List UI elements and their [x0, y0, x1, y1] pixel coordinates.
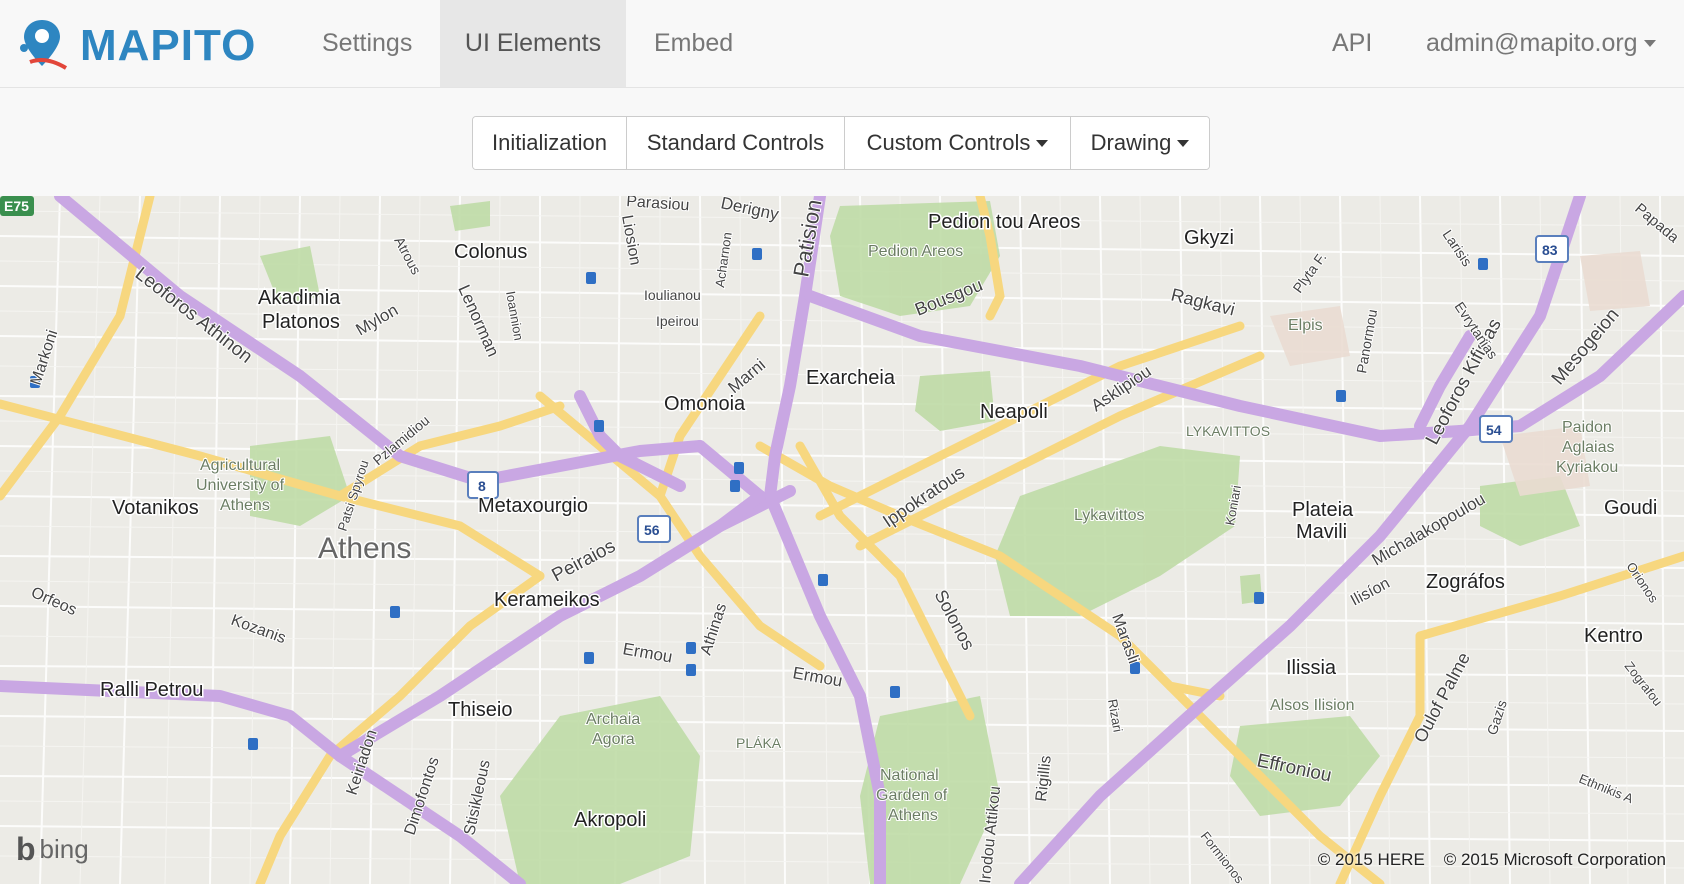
standard-controls-button[interactable]: Standard Controls — [627, 117, 845, 169]
shield-56: 56 — [644, 522, 660, 538]
label-kentro: Kentro — [1584, 625, 1643, 647]
nav-embed[interactable]: Embed — [628, 0, 759, 87]
user-email: admin@mapito.org — [1426, 29, 1638, 57]
label-athens-small: Athens — [220, 497, 270, 514]
label-mavili: Mavili — [1296, 521, 1347, 543]
label-metaxourgio: Metaxourgio — [478, 495, 588, 517]
shield-54: 54 — [1486, 422, 1502, 438]
label-votanikos: Votanikos — [112, 497, 199, 519]
top-navbar: MAPITO Settings UI Elements Embed API ad… — [0, 0, 1684, 88]
nav-ui-elements[interactable]: UI Elements — [440, 0, 626, 87]
label-ioulianou: Ioulianou — [644, 287, 701, 303]
label-thiseio: Thiseio — [448, 699, 512, 721]
shield-e75: E75 — [4, 198, 29, 214]
label-ralli-petrou: Ralli Petrou — [100, 679, 203, 701]
label-garden-of: Garden of — [876, 787, 948, 804]
label-ilissia: Ilissia — [1286, 657, 1337, 679]
map-tiles: E75 8 56 54 83 Colonus Akadimia Platonos… — [0, 196, 1684, 884]
section-button-group: Initialization Standard Controls Custom … — [472, 116, 1210, 170]
shield-8: 8 — [478, 478, 486, 494]
label-kyriakou: Kyriakou — [1556, 459, 1618, 476]
label-colonus: Colonus — [454, 241, 527, 263]
label-omonoia: Omonoia — [664, 393, 746, 415]
map-canvas[interactable]: E75 8 56 54 83 Colonus Akadimia Platonos… — [0, 196, 1684, 884]
initialization-button[interactable]: Initialization — [473, 117, 627, 169]
custom-controls-dropdown[interactable]: Custom Controls — [845, 117, 1071, 169]
nav-settings[interactable]: Settings — [296, 0, 438, 87]
label-pedion-areos: Pedion Areos — [868, 243, 963, 260]
map-attribution: © 2015 HERE © 2015 Microsoft Corporation — [1318, 850, 1666, 870]
bing-text: bing — [39, 834, 89, 864]
label-athens-garden: Athens — [888, 807, 938, 824]
bing-b-icon: b — [16, 831, 36, 867]
label-university-of: University of — [196, 477, 285, 494]
label-agricultural: Agricultural — [200, 457, 280, 474]
label-akropoli: Akropoli — [574, 809, 646, 831]
map-pin-logo-icon — [16, 16, 72, 72]
label-paidon: Paidon — [1562, 419, 1612, 436]
brand-name: MAPITO — [80, 21, 257, 70]
label-kerameikos: Kerameikos — [494, 589, 600, 611]
attribution-microsoft: © 2015 Microsoft Corporation — [1443, 850, 1666, 869]
label-archaia: Archaia — [586, 711, 640, 728]
label-goudi: Goudi — [1604, 497, 1657, 519]
label-national: National — [880, 767, 939, 784]
drawing-dropdown[interactable]: Drawing — [1071, 117, 1209, 169]
label-ipeirou: Ipeirou — [656, 313, 699, 329]
label-alsos-ilision: Alsos Ilision — [1270, 697, 1354, 714]
label-agora: Agora — [592, 731, 635, 748]
drawing-label: Drawing — [1090, 130, 1172, 155]
nav-api[interactable]: API — [1306, 0, 1398, 87]
sub-toolbar: Initialization Standard Controls Custom … — [0, 88, 1684, 196]
attribution-here: © 2015 HERE — [1317, 850, 1425, 869]
brand-link[interactable]: MAPITO — [16, 12, 256, 76]
caret-down-icon — [1036, 139, 1049, 147]
shield-83: 83 — [1542, 242, 1558, 258]
caret-down-icon — [1643, 40, 1656, 47]
label-akadimia: Akadimia — [258, 287, 341, 309]
label-elpis: Elpis — [1288, 317, 1323, 334]
label-pedion-tou-areos: Pedion tou Areos — [928, 211, 1080, 233]
user-menu-dropdown[interactable]: admin@mapito.org — [1400, 0, 1668, 87]
label-athens: Athens — [318, 532, 411, 565]
caret-down-icon — [1177, 139, 1190, 147]
label-zografos: Zográfos — [1426, 571, 1505, 593]
bing-logo[interactable]: b bing — [16, 831, 89, 868]
label-neapoli: Neapoli — [980, 401, 1048, 423]
custom-controls-label: Custom Controls — [866, 130, 1031, 155]
label-plateia: Plateia — [1292, 499, 1354, 521]
label-aglaias: Aglaias — [1562, 439, 1614, 456]
label-exarcheia: Exarcheia — [806, 367, 896, 389]
label-gkyzi: Gkyzi — [1184, 227, 1234, 249]
label-lykavittos-area: LYKAVITTOS — [1186, 423, 1270, 439]
label-plaka: PLÁKA — [736, 735, 782, 751]
label-platonos: Platonos — [262, 311, 340, 333]
label-lykavittos: Lykavittos — [1074, 507, 1145, 524]
